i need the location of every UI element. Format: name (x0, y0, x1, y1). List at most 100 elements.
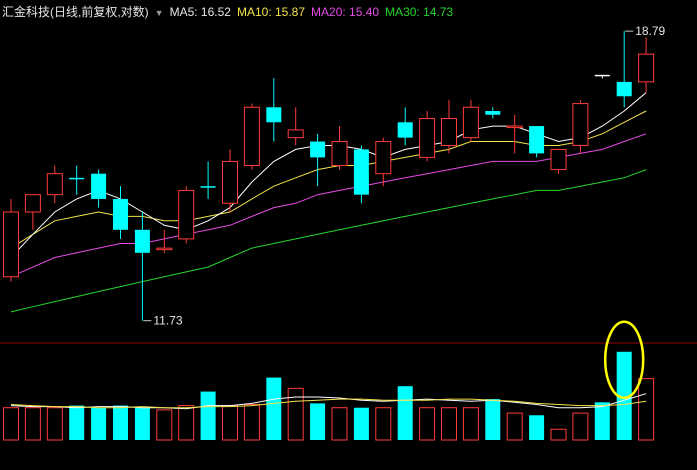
volume-bar (134, 407, 150, 440)
candle-body (506, 125, 523, 129)
ma20-readout: MA20: 15.40 (311, 5, 380, 19)
candle (397, 107, 413, 146)
low-price-label: 11.73 (153, 314, 182, 328)
candle-body (91, 173, 107, 199)
volume-bar (462, 407, 479, 441)
volume-bar (156, 409, 173, 441)
candle (353, 145, 369, 204)
candle (485, 107, 501, 119)
volume-bar (506, 412, 523, 441)
candle-body (243, 106, 260, 166)
volume-bar (529, 415, 545, 440)
volume-bar (46, 407, 63, 441)
candle (266, 78, 282, 142)
candle (638, 37, 655, 93)
candle-body (3, 211, 19, 278)
candle-body (156, 247, 173, 251)
candle-body (178, 189, 195, 240)
candle (594, 74, 610, 79)
high-price-label: 18.79 (635, 24, 665, 38)
candle (462, 99, 479, 142)
candle (375, 137, 392, 187)
volume-bar (3, 407, 19, 441)
volume-ma-line (10, 393, 647, 410)
ma30-readout: MA30: 14.73 (385, 5, 454, 19)
volume-bar (441, 407, 457, 441)
candle (200, 161, 216, 199)
candle (24, 194, 41, 230)
candle (310, 133, 326, 187)
volume-bar (113, 405, 128, 440)
ma5-line (10, 92, 647, 258)
candle-body (113, 198, 128, 230)
indicator-menu-icon[interactable]: ▼ (155, 8, 164, 18)
candle-body (485, 110, 501, 115)
volume-bar (69, 405, 85, 440)
candle (572, 99, 589, 154)
volume-bar (353, 407, 369, 440)
volume-bar (91, 407, 107, 440)
ma5-readout: MA5: 16.52 (169, 5, 231, 19)
candle-body (462, 106, 479, 139)
candle-body (550, 148, 567, 171)
volume-bar (419, 407, 436, 441)
candle-body (441, 117, 457, 146)
candle (134, 211, 150, 321)
volume-bar (287, 387, 304, 441)
candle-body (69, 177, 85, 180)
ma10-line (10, 110, 647, 249)
candle (178, 186, 195, 244)
volume-bar (572, 412, 589, 441)
candle-body (24, 194, 41, 213)
candlestick-chart-canvas[interactable]: 18.79 11.73 (0, 0, 697, 465)
volume-bar (375, 407, 392, 441)
candle (441, 99, 457, 154)
volume-bar (594, 402, 610, 440)
candle (91, 169, 107, 208)
candle-body (397, 122, 413, 138)
candle (113, 186, 128, 239)
candle (46, 165, 63, 204)
volume-bar (397, 386, 413, 440)
candle (331, 126, 348, 170)
candle-body (638, 53, 655, 83)
candle-body (529, 126, 545, 154)
volume-bar (266, 377, 282, 440)
candle-body (200, 186, 216, 188)
volume-bar (550, 428, 567, 441)
candle-body (331, 141, 348, 166)
candle (506, 114, 523, 154)
candle (287, 107, 304, 146)
chart-title: 汇金科技(日线,前复权,对数) (2, 5, 149, 19)
volume-bar (331, 407, 348, 441)
volume-bar (310, 403, 326, 440)
candle-body (616, 81, 632, 97)
volume-bar (485, 399, 501, 440)
ma30-line (10, 169, 647, 313)
volume-bar (638, 378, 655, 441)
candle-body (134, 229, 150, 253)
candle (243, 103, 260, 170)
candle-body (222, 160, 238, 204)
stock-chart: 18.79 11.73 (0, 0, 697, 465)
candle-body (266, 107, 282, 123)
candle-body (310, 141, 326, 158)
chart-header: 汇金科技(日线,前复权,对数) ▼ MA5: 16.52 MA10: 15.87 MA2… (2, 3, 459, 21)
candle-body (375, 141, 392, 175)
volume-bar (24, 407, 41, 441)
candle-body (287, 129, 304, 139)
volume-bar (200, 391, 216, 440)
candle (550, 148, 567, 174)
volume-bar (178, 405, 195, 441)
candle-body (572, 103, 589, 146)
candle-body (353, 149, 369, 195)
candle (156, 229, 173, 253)
candle-body (46, 173, 63, 196)
candle (419, 110, 436, 162)
candle-body (419, 117, 436, 158)
candle (3, 198, 19, 282)
candle (69, 165, 85, 195)
candle (222, 149, 238, 212)
volume-bar (222, 405, 238, 441)
candle-body (594, 74, 610, 77)
